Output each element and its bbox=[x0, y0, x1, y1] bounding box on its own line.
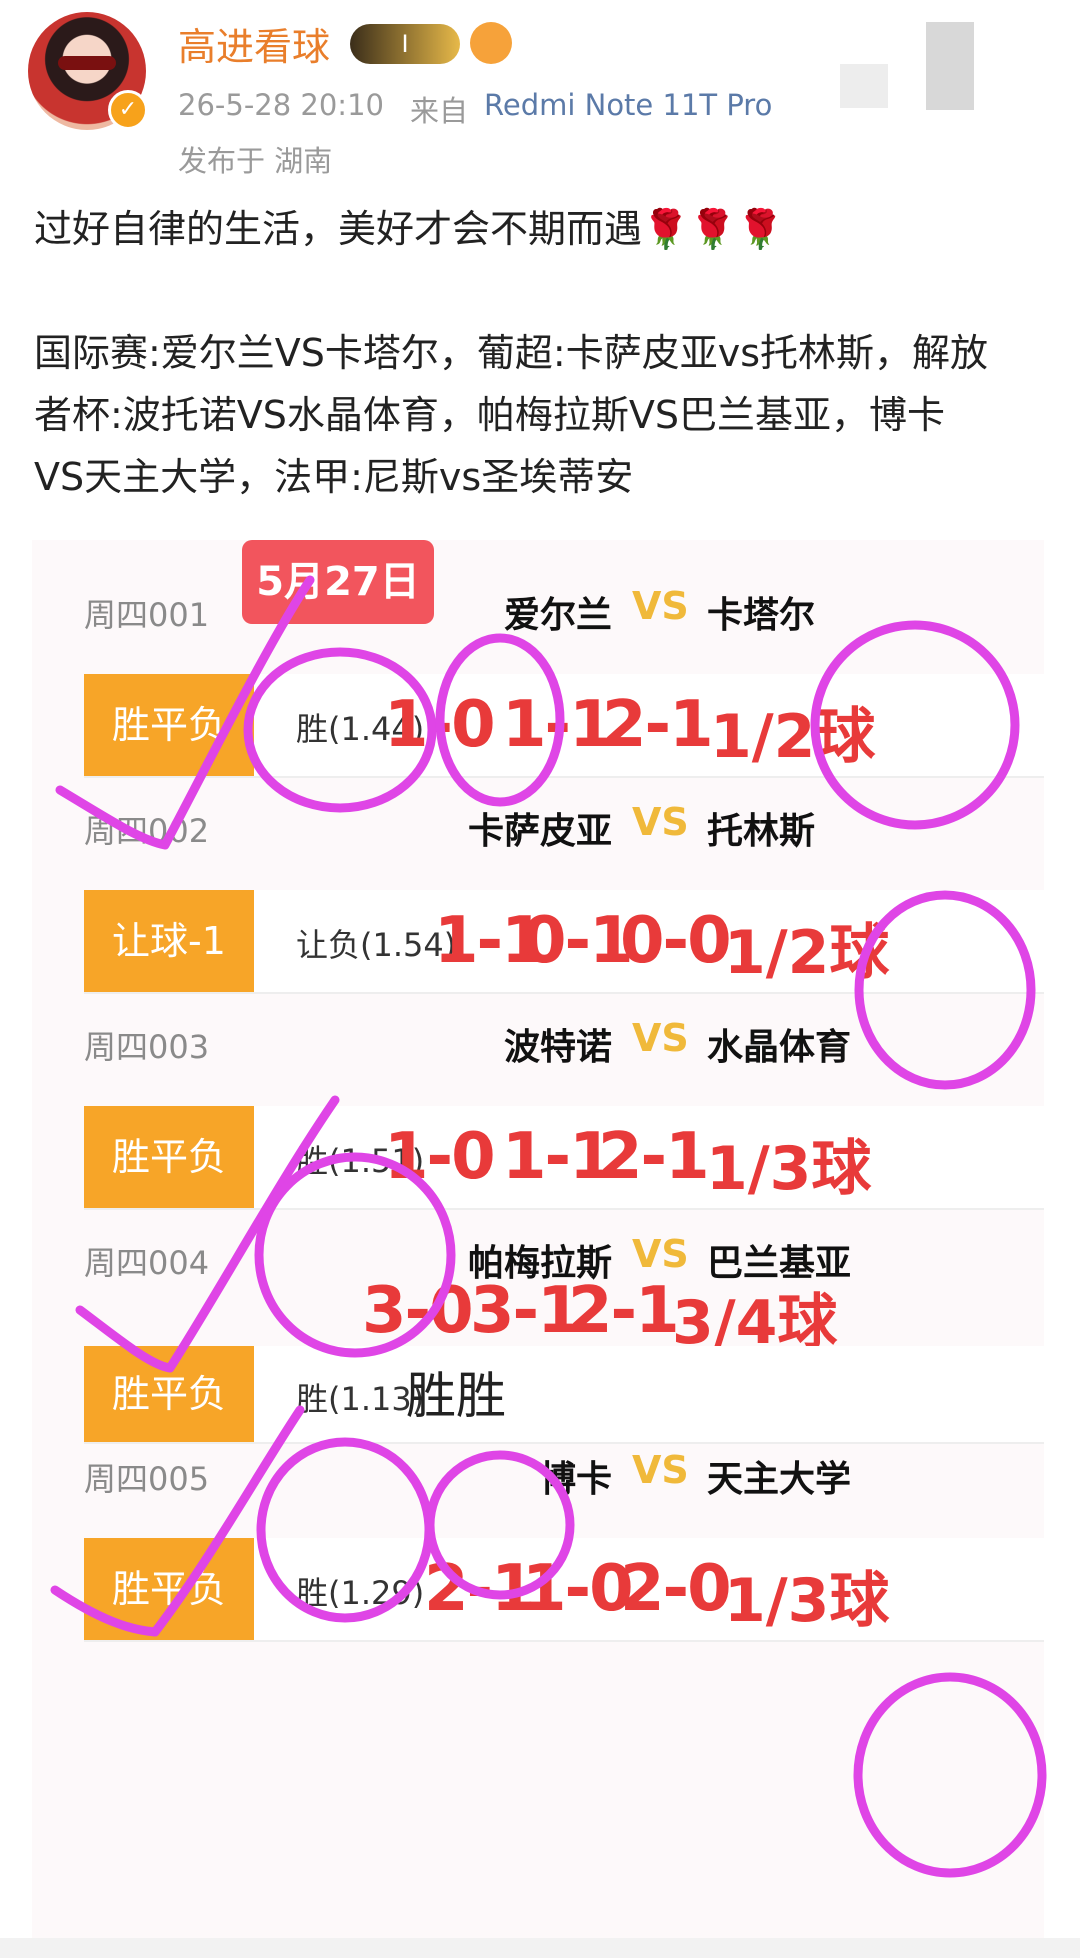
post-location: 发布于 湖南 bbox=[178, 144, 333, 178]
username[interactable]: 高进看球 bbox=[178, 16, 330, 71]
match-id: 周四003 bbox=[84, 1028, 210, 1066]
follow-button[interactable] bbox=[840, 64, 888, 108]
goals-pick: 1/3球 bbox=[724, 1566, 890, 1636]
home-team: 博卡 bbox=[539, 1459, 612, 1500]
post-line-4: VS天主大学，法甲:尼斯vs圣埃蒂安 bbox=[34, 455, 634, 499]
score-1: 1-0 bbox=[384, 1120, 496, 1194]
date-tag: 5月27日 bbox=[242, 540, 434, 624]
score-3: 2-0 bbox=[620, 1552, 732, 1626]
avatar-glasses bbox=[58, 56, 116, 70]
score-3: 2-1 bbox=[568, 1274, 680, 1348]
score-1: 3-0 bbox=[362, 1274, 474, 1348]
match-id: 周四002 bbox=[84, 812, 210, 850]
match-id: 周四005 bbox=[84, 1460, 210, 1498]
post-line-3: 者杯:波托诺VS水晶体育，帕梅拉斯VS巴兰基亚，博卡 bbox=[34, 393, 946, 437]
post-line-2: 国际赛:爱尔兰VS卡塔尔，葡超:卡萨皮亚vs托林斯，解放 bbox=[34, 331, 989, 375]
away-team: 托林斯 bbox=[707, 811, 816, 852]
verified-icon: ✓ bbox=[108, 90, 148, 130]
score-3: 0-0 bbox=[620, 904, 732, 978]
match-id: 周四001 bbox=[84, 596, 210, 634]
away-team: 卡塔尔 bbox=[707, 595, 816, 636]
score-3: 2-1 bbox=[598, 1120, 710, 1194]
pick-odds: 让负(1.54) bbox=[296, 926, 457, 964]
bet-row: 胜平负 胜(1.29) 2-1 1-0 2-0 1/3球 bbox=[84, 1538, 1044, 1642]
score-3: 2-1 bbox=[602, 688, 714, 762]
prediction-card-image[interactable]: 5月27日 周四001 爱尔兰 VS 卡塔尔 胜平负 胜(1.44) 1-0 1… bbox=[32, 540, 1044, 1940]
vs-label: VS bbox=[632, 1232, 689, 1276]
score-2: 1-1 bbox=[502, 1120, 614, 1194]
pick-odds: 胜(1.29) bbox=[296, 1574, 425, 1612]
fish-icon bbox=[470, 22, 512, 64]
rose-emoji: 🌹🌹🌹 bbox=[642, 207, 784, 251]
vs-label: VS bbox=[632, 1448, 689, 1492]
post-time: 26-5-28 20:10 bbox=[178, 88, 384, 122]
vs-label: VS bbox=[632, 1016, 689, 1060]
badge-level: I bbox=[401, 30, 409, 58]
source-label: 来自 bbox=[410, 94, 469, 128]
score-2: 1-1 bbox=[502, 688, 614, 762]
score-2: 3-1 bbox=[470, 1274, 582, 1348]
post-header: ✓ 高进看球 I 26-5-28 20:10 来自 Redmi Note 11T… bbox=[0, 0, 1080, 190]
away-team: 天主大学 bbox=[707, 1459, 852, 1500]
vs-label: VS bbox=[632, 800, 689, 844]
vs-label: VS bbox=[632, 584, 689, 628]
score-1: 1-0 bbox=[384, 688, 496, 762]
bet-type: 胜平负 bbox=[84, 1538, 254, 1640]
match-id: 周四004 bbox=[84, 1244, 210, 1282]
more-icon[interactable] bbox=[926, 22, 974, 110]
score-1: 2-1 bbox=[424, 1552, 536, 1626]
post-body: 过好自律的生活，美好才会不期而遇🌹🌹🌹 国际赛:爱尔兰VS卡塔尔，葡超:卡萨皮亚… bbox=[34, 198, 1054, 508]
device-name[interactable]: Redmi Note 11T Pro bbox=[484, 88, 772, 122]
score-2: 1-0 bbox=[522, 1552, 634, 1626]
match-row: 周四005 博卡 VS 天主大学 胜平负 胜(1.29) 2-1 1-0 2-0… bbox=[32, 1404, 1044, 1674]
score-2: 0-1 bbox=[522, 904, 634, 978]
home-team: 卡萨皮亚 bbox=[467, 811, 612, 852]
crown-badge-icon[interactable]: I bbox=[350, 24, 460, 64]
home-team: 波特诺 bbox=[503, 1027, 612, 1068]
away-team: 水晶体育 bbox=[707, 1027, 852, 1068]
post-line-1: 过好自律的生活，美好才会不期而遇 bbox=[34, 207, 643, 251]
footer-bar bbox=[0, 1938, 1080, 1958]
